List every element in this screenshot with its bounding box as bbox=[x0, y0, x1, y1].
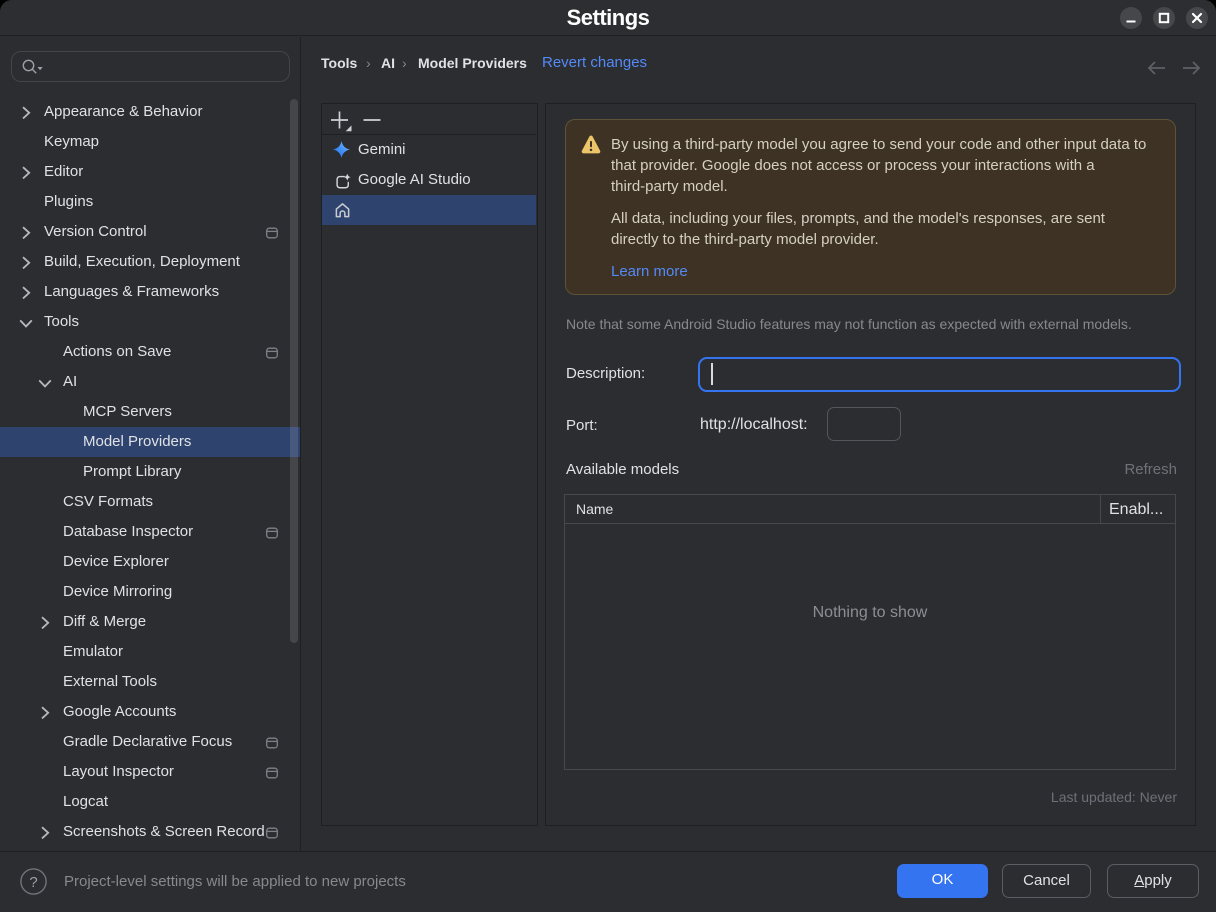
svg-text:?: ? bbox=[29, 874, 37, 891]
